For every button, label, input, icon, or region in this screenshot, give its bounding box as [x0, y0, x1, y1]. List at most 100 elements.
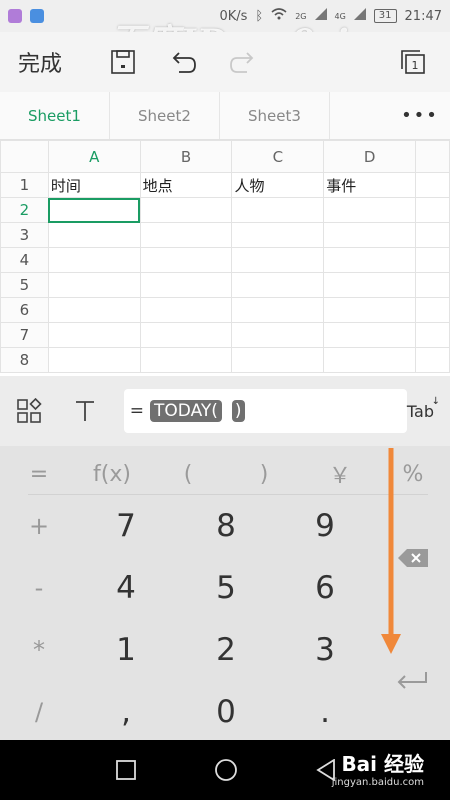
key-6[interactable]: 6	[275, 558, 375, 618]
cell-a1[interactable]: 时间	[47, 172, 141, 198]
key-minus[interactable]: -	[0, 558, 78, 618]
cell[interactable]	[47, 322, 141, 348]
cell[interactable]	[231, 347, 325, 373]
key-plus[interactable]: +	[0, 496, 78, 556]
row-header-4[interactable]: 4	[0, 247, 49, 273]
save-icon[interactable]	[104, 43, 142, 81]
cell[interactable]	[231, 322, 325, 348]
key-3[interactable]: 3	[275, 620, 375, 680]
column-header-a[interactable]: A	[47, 140, 141, 173]
corner-cell[interactable]	[0, 140, 49, 173]
key-7[interactable]: 7	[76, 496, 176, 556]
key-percent[interactable]: %	[376, 454, 450, 494]
keypad-divider	[28, 494, 428, 495]
row-header-8[interactable]: 8	[0, 347, 49, 373]
key-yen[interactable]: ￥	[302, 454, 378, 494]
cell-d2[interactable]	[323, 197, 417, 223]
cell[interactable]	[323, 247, 417, 273]
more-tabs-button[interactable]: •••	[390, 92, 450, 139]
cell[interactable]	[415, 272, 450, 298]
row-header-6[interactable]: 6	[0, 297, 49, 323]
tab-sheet1[interactable]: Sheet1	[0, 92, 110, 139]
key-comma[interactable]: ,	[76, 682, 176, 742]
cell[interactable]	[323, 322, 417, 348]
cell[interactable]	[415, 297, 450, 323]
function-chip-close-paren[interactable]: )	[231, 400, 245, 422]
cell-e1[interactable]	[415, 172, 450, 198]
cell[interactable]	[415, 347, 450, 373]
cell[interactable]	[139, 347, 233, 373]
cell[interactable]	[47, 297, 141, 323]
back-icon[interactable]	[316, 758, 336, 785]
cell-b1[interactable]: 地点	[139, 172, 233, 198]
recent-apps-icon[interactable]	[116, 760, 136, 784]
cell[interactable]	[139, 247, 233, 273]
formula-input[interactable]: = TODAY( )	[123, 389, 407, 433]
cell[interactable]	[139, 222, 233, 248]
cell[interactable]	[323, 297, 417, 323]
enter-icon[interactable]	[386, 660, 440, 700]
key-9[interactable]: 9	[275, 496, 375, 556]
key-0[interactable]: 0	[176, 682, 276, 742]
done-button[interactable]: 完成	[18, 46, 62, 78]
cell-d1[interactable]: 事件	[323, 172, 417, 198]
key-4[interactable]: 4	[76, 558, 176, 618]
key-divide[interactable]: /	[0, 682, 78, 742]
redo-icon[interactable]	[224, 43, 262, 81]
app-notification-icon	[30, 9, 44, 23]
column-header-d[interactable]: D	[323, 140, 417, 173]
row-header-3[interactable]: 3	[0, 222, 49, 248]
cell[interactable]	[47, 347, 141, 373]
cell[interactable]	[231, 297, 325, 323]
row-header-1[interactable]: 1	[0, 172, 49, 198]
key-dot[interactable]: .	[275, 682, 375, 742]
key-1[interactable]: 1	[76, 620, 176, 680]
functions-grid-icon[interactable]	[12, 394, 46, 428]
key-8[interactable]: 8	[176, 496, 276, 556]
cell[interactable]	[415, 322, 450, 348]
sheets-icon[interactable]: 1	[394, 43, 432, 81]
cell[interactable]	[323, 347, 417, 373]
cell[interactable]	[47, 222, 141, 248]
cell[interactable]	[47, 272, 141, 298]
cell[interactable]	[415, 247, 450, 273]
cell-a2-selected[interactable]	[47, 197, 141, 223]
cell[interactable]	[323, 222, 417, 248]
row-header-5[interactable]: 5	[0, 272, 49, 298]
row-header-7[interactable]: 7	[0, 322, 49, 348]
text-mode-icon[interactable]	[68, 394, 102, 428]
backspace-icon[interactable]	[386, 538, 440, 578]
key-open-paren[interactable]: (	[150, 454, 226, 494]
home-icon[interactable]	[214, 758, 238, 786]
key-2[interactable]: 2	[176, 620, 276, 680]
cell[interactable]	[139, 297, 233, 323]
column-header-c[interactable]: C	[231, 140, 325, 173]
key-multiply[interactable]: *	[0, 620, 78, 680]
cell[interactable]	[47, 247, 141, 273]
key-close-paren[interactable]: )	[226, 454, 302, 494]
formula-equals: =	[129, 401, 145, 421]
key-fx[interactable]: f(x)	[74, 454, 150, 494]
cell-e2[interactable]	[415, 197, 450, 223]
cell[interactable]	[415, 222, 450, 248]
cell-b2[interactable]	[139, 197, 233, 223]
row-header-2[interactable]: 2	[0, 197, 49, 223]
cell[interactable]	[231, 222, 325, 248]
cell[interactable]	[139, 322, 233, 348]
function-chip-today[interactable]: TODAY(	[150, 400, 222, 422]
cell-c1[interactable]: 人物	[231, 172, 325, 198]
cell-c2[interactable]	[231, 197, 325, 223]
key-5[interactable]: 5	[176, 558, 276, 618]
column-header-e[interactable]	[415, 140, 450, 173]
tab-sheet3[interactable]: Sheet3	[220, 92, 330, 139]
cell[interactable]	[231, 247, 325, 273]
tab-sheet2[interactable]: Sheet2	[110, 92, 220, 139]
tab-key[interactable]: Tab ↓	[407, 396, 440, 421]
spreadsheet-grid[interactable]: A B C D 1 时间 地点 人物 事件 2 3 4 5 6 7 8	[0, 140, 450, 376]
cell[interactable]	[139, 272, 233, 298]
key-equals[interactable]: =	[0, 454, 78, 494]
column-header-b[interactable]: B	[139, 140, 233, 173]
cell[interactable]	[323, 272, 417, 298]
cell[interactable]	[231, 272, 325, 298]
undo-icon[interactable]	[164, 43, 202, 81]
